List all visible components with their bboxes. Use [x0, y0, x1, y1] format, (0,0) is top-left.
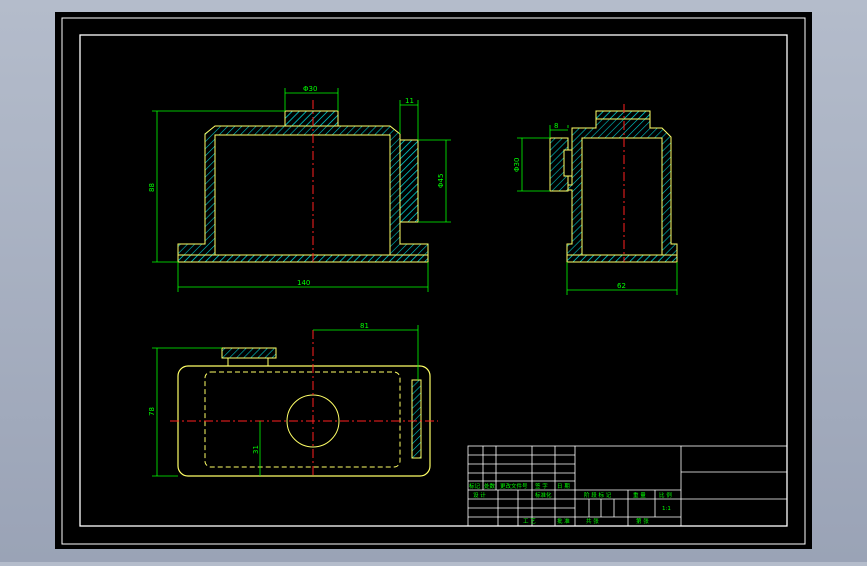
- dim-top-boss: Φ30: [303, 85, 317, 93]
- scale-label: 比 例: [659, 491, 672, 499]
- side-view-base: [566, 254, 678, 263]
- rev-header-date: 日 期: [557, 483, 570, 490]
- drawing-canvas[interactable]: Φ30 11 88 Φ45 140 8 Φ30 62 81 78 31 标记 处…: [0, 0, 867, 562]
- rev-header-mark: 标记: [469, 482, 481, 490]
- sheet-total-label: 共 张: [586, 517, 599, 525]
- dim-width: 62: [617, 282, 626, 290]
- dim-side-width: 11: [405, 97, 414, 105]
- side-view-cavity: [581, 137, 663, 256]
- dim-bore: Φ30: [513, 158, 521, 172]
- dim-height: 88: [148, 183, 156, 192]
- rev-header-count: 处数: [484, 482, 496, 490]
- process-label: 工 艺: [523, 518, 536, 525]
- front-view-cavity: [214, 134, 391, 256]
- dim-center: 31: [252, 445, 260, 454]
- side-view-boss: [595, 110, 651, 120]
- rev-header-doc: 更改文件号: [500, 482, 528, 490]
- dim-side-dia: Φ45: [437, 174, 445, 188]
- front-view-base: [177, 254, 429, 263]
- sheet-label: 第 张: [636, 517, 649, 525]
- weight-label: 重 量: [633, 491, 646, 499]
- dim-depth: 78: [148, 407, 156, 416]
- stage-label: 阶 段 标 记: [584, 491, 612, 499]
- side-view-slot: [563, 149, 573, 177]
- front-view-side-boss: [399, 139, 419, 223]
- approve-label: 批 准: [557, 517, 570, 525]
- drawing-area: [55, 12, 812, 549]
- rev-header-sign: 签 字: [535, 482, 548, 490]
- standard-label: 标准化: [535, 491, 552, 499]
- top-view-boss: [221, 347, 277, 359]
- top-view-side-boss: [411, 379, 422, 459]
- dim-total-width: 140: [297, 279, 310, 287]
- design-label: 设 计: [473, 491, 486, 499]
- dim-offset: 81: [360, 322, 369, 330]
- cad-viewport: Φ30 11 88 Φ45 140 8 Φ30 62 81 78 31 标记 处…: [0, 0, 867, 562]
- dim-flange: 8: [554, 122, 558, 130]
- front-view-boss: [284, 110, 339, 127]
- scale-value: 1:1: [662, 506, 671, 512]
